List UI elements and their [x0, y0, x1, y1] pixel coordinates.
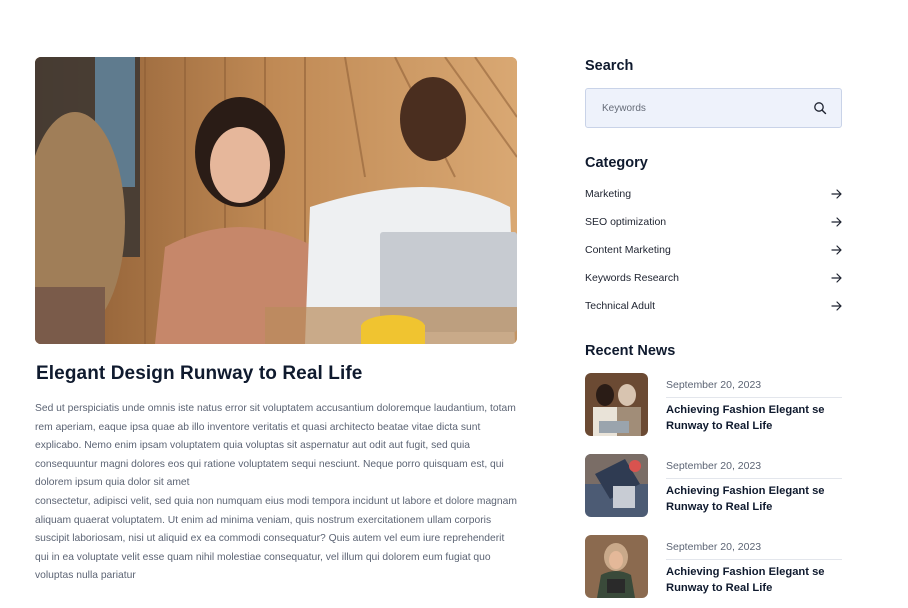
- arrow-right-icon: [831, 245, 842, 255]
- category-item-seo-optimization[interactable]: SEO optimization: [585, 208, 843, 236]
- news-title[interactable]: Achieving Fashion Elegant se Runway to R…: [666, 564, 842, 596]
- arrow-right-icon: [831, 301, 842, 311]
- post-body: Sed ut perspiciatis unde omnis iste natu…: [35, 400, 517, 586]
- divider: [666, 559, 842, 560]
- arrow-right-icon: [831, 217, 842, 227]
- search-icon[interactable]: [813, 101, 827, 115]
- search-heading: Search: [585, 58, 634, 74]
- category-item-label: Keywords Research: [585, 272, 679, 284]
- divider: [666, 397, 842, 398]
- post-paragraph: Sed ut perspiciatis unde omnis iste natu…: [35, 403, 516, 489]
- recent-news-item[interactable]: September 20, 2023 Achieving Fashion Ele…: [585, 373, 843, 437]
- news-date: September 20, 2023: [666, 541, 762, 553]
- category-item-label: Technical Adult: [585, 300, 656, 312]
- post-paragraph: consectetur, adipisci velit, sed quia no…: [35, 495, 517, 582]
- recent-news-heading: Recent News: [585, 343, 676, 359]
- category-item-label: SEO optimization: [585, 216, 667, 228]
- news-title[interactable]: Achieving Fashion Elegant se Runway to R…: [666, 402, 842, 434]
- category-list: Marketing SEO optimization Content Marke…: [585, 180, 843, 320]
- post-featured-image: [35, 57, 517, 344]
- category-item-label: Marketing: [585, 188, 632, 200]
- arrow-right-icon: [831, 189, 842, 199]
- category-item-technical-adult[interactable]: Technical Adult: [585, 292, 843, 320]
- category-item-keywords-research[interactable]: Keywords Research: [585, 264, 843, 292]
- divider: [666, 478, 842, 479]
- post-title: Elegant Design Runway to Real Life: [36, 363, 363, 384]
- category-item-label: Content Marketing: [585, 244, 671, 256]
- category-item-marketing[interactable]: Marketing: [585, 180, 843, 208]
- search-box: [585, 88, 842, 128]
- arrow-right-icon: [831, 273, 842, 283]
- category-item-content-marketing[interactable]: Content Marketing: [585, 236, 843, 264]
- recent-news-item[interactable]: September 20, 2023 Achieving Fashion Ele…: [585, 535, 843, 599]
- news-title[interactable]: Achieving Fashion Elegant se Runway to R…: [666, 483, 842, 515]
- news-thumbnail[interactable]: [585, 454, 648, 517]
- news-date: September 20, 2023: [666, 460, 762, 472]
- news-thumbnail[interactable]: [585, 535, 648, 598]
- news-thumbnail[interactable]: [585, 373, 648, 436]
- news-date: September 20, 2023: [666, 379, 762, 391]
- category-heading: Category: [585, 155, 648, 171]
- recent-news-item[interactable]: September 20, 2023 Achieving Fashion Ele…: [585, 454, 843, 518]
- search-input[interactable]: [586, 89, 806, 127]
